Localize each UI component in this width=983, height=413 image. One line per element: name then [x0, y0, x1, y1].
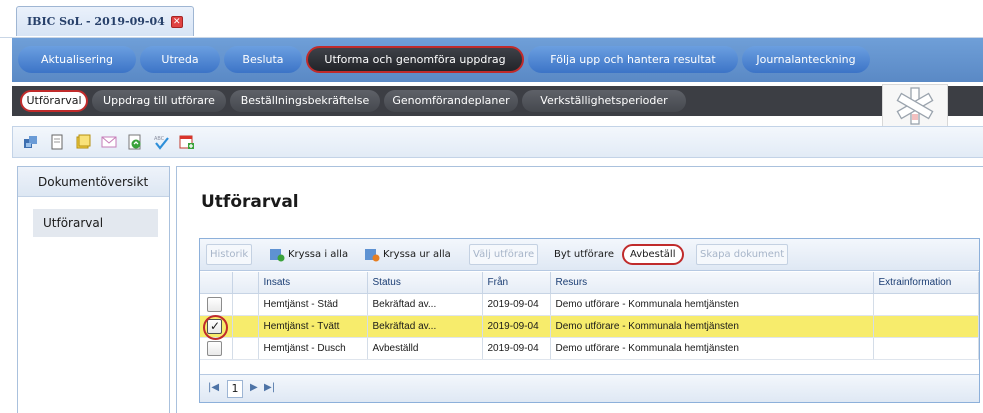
first-page-icon[interactable]: |◀: [208, 382, 219, 393]
subnav-uppdrag-till-utforare[interactable]: Uppdrag till utförare: [92, 90, 226, 112]
cell-resurs: Demo utförare - Kommunala hemtjänsten: [550, 337, 874, 360]
grid-pager: |◀ ◀ 1 ▶ ▶|: [200, 374, 979, 402]
row-checkbox[interactable]: [207, 340, 222, 356]
cell-insats: Hemtjänst - Dusch: [258, 337, 368, 360]
cell-fran: 2019-09-04: [482, 315, 551, 338]
header-insats[interactable]: Insats: [258, 272, 368, 294]
row-select-cell: [200, 293, 233, 316]
row-select-cell: ✓: [200, 314, 233, 340]
document-tab[interactable]: IBIC SoL - 2019-09-04 ✕: [16, 6, 194, 36]
utforarval-grid: Historik Kryssa i alla Kryssa ur alla Vä…: [199, 238, 980, 403]
historik-button[interactable]: Historik: [206, 244, 253, 265]
header-resurs[interactable]: Resurs: [550, 272, 874, 294]
table-row[interactable]: Hemtjänst - Städ Bekräftad av... 2019-09…: [200, 293, 979, 316]
table-row-selected[interactable]: ✓ Hemtjänst - Tvätt Bekräftad av... 2019…: [200, 314, 979, 340]
uncheck-all-button[interactable]: Kryssa ur alla: [361, 244, 454, 265]
row-select-cell: [200, 337, 233, 360]
cell-resurs: Demo utförare - Kommunala hemtjänsten: [550, 315, 874, 338]
sidebar-item-utforarval[interactable]: Utförarval: [33, 209, 158, 237]
cell-status: Bekräftad av...: [367, 315, 483, 338]
nav-aktualisering[interactable]: Aktualisering: [18, 46, 136, 73]
close-tab-icon[interactable]: ✕: [170, 15, 183, 28]
cell-extrainformation: [873, 337, 979, 360]
table-header-row: Insats Status Från Resurs Extrainformati…: [200, 272, 979, 294]
last-page-icon[interactable]: ▶|: [264, 382, 275, 393]
row-spacer-cell: [232, 293, 259, 316]
byt-utforare-button[interactable]: Byt utförare: [551, 244, 617, 265]
cell-status: Avbeställd: [367, 337, 483, 360]
table-row[interactable]: Hemtjänst - Dusch Avbeställd 2019-09-04 …: [200, 337, 979, 360]
skapa-dokument-button[interactable]: Skapa dokument: [696, 244, 789, 265]
header-spacer: [232, 272, 259, 294]
cell-insats: Hemtjänst - Städ: [258, 293, 368, 316]
check-all-label: Kryssa i alla: [288, 249, 349, 260]
main-toolbar: ABC: [12, 126, 983, 158]
row-checkbox-checked[interactable]: ✓: [203, 314, 228, 340]
next-page-icon[interactable]: ▶: [250, 382, 258, 393]
document-overview-panel: Dokumentöversikt Utförarval: [17, 166, 170, 413]
nav-utreda[interactable]: Utreda: [140, 46, 220, 73]
cell-fran: 2019-09-04: [482, 337, 551, 360]
check-all-icon: [270, 248, 285, 261]
avbestall-button[interactable]: Avbeställ: [622, 244, 684, 265]
calendar-add-icon[interactable]: [179, 134, 195, 150]
document-overview-header: Dokumentöversikt: [18, 167, 169, 197]
document-tab-title: IBIC SoL - 2019-09-04: [27, 14, 165, 28]
notes-icon[interactable]: [75, 134, 91, 150]
nav-journalanteckning[interactable]: Journalanteckning: [742, 46, 870, 73]
cell-extrainformation: [873, 293, 979, 316]
refresh-icon[interactable]: [127, 134, 143, 150]
document-tab-strip: IBIC SoL - 2019-09-04 ✕: [0, 0, 983, 38]
cell-extrainformation: [873, 315, 979, 338]
grid-toolbar: Historik Kryssa i alla Kryssa ur alla Vä…: [200, 239, 979, 271]
document-icon[interactable]: [49, 134, 65, 150]
envelope-icon[interactable]: [101, 134, 117, 150]
subnav-genomforandeplaner[interactable]: Genomförandeplaner: [384, 90, 518, 112]
svg-text:ABC: ABC: [154, 136, 165, 142]
row-checkbox[interactable]: [207, 296, 222, 312]
cell-insats: Hemtjänst - Tvätt: [258, 315, 368, 338]
nav-besluta[interactable]: Besluta: [224, 46, 302, 73]
spellcheck-icon[interactable]: ABC: [153, 134, 169, 150]
subnav-bestallningsbekraftelse[interactable]: Beställningsbekräftelse: [230, 90, 380, 112]
puzzle-icon[interactable]: [23, 134, 39, 150]
row-spacer-cell: [232, 337, 259, 360]
subnav-verkstallighetsperioder[interactable]: Verkställighetsperioder: [522, 90, 686, 112]
subnav-utforarval[interactable]: Utförarval: [20, 90, 88, 112]
star-of-life-logo: [882, 84, 948, 128]
cell-status: Bekräftad av...: [367, 293, 483, 316]
page-number[interactable]: 1: [227, 380, 243, 398]
annotation-circle: [203, 314, 228, 340]
main-navigation: Aktualisering Utreda Besluta Utforma och…: [12, 38, 983, 82]
check-all-button[interactable]: Kryssa i alla: [266, 244, 351, 265]
page-title: Utförarval: [201, 192, 299, 212]
utforarval-table: Insats Status Från Resurs Extrainformati…: [200, 272, 979, 360]
nav-folja-upp-och-hantera-resultat[interactable]: Följa upp och hantera resultat: [528, 46, 738, 73]
header-fran[interactable]: Från: [482, 272, 551, 294]
cell-fran: 2019-09-04: [482, 293, 551, 316]
nav-utforma-och-genomfora-uppdrag[interactable]: Utforma och genomföra uppdrag: [306, 46, 524, 73]
row-spacer-cell: [232, 315, 259, 338]
sub-navigation: Utförarval Uppdrag till utförare Beställ…: [12, 86, 983, 116]
header-extrainformation[interactable]: Extrainformation: [873, 272, 979, 294]
uncheck-all-label: Kryssa ur alla: [383, 249, 451, 260]
header-select: [200, 272, 233, 294]
valj-utforare-button[interactable]: Välj utförare: [469, 244, 539, 265]
cell-resurs: Demo utförare - Kommunala hemtjänsten: [550, 293, 874, 316]
header-status[interactable]: Status: [367, 272, 483, 294]
uncheck-all-icon: [365, 248, 380, 261]
